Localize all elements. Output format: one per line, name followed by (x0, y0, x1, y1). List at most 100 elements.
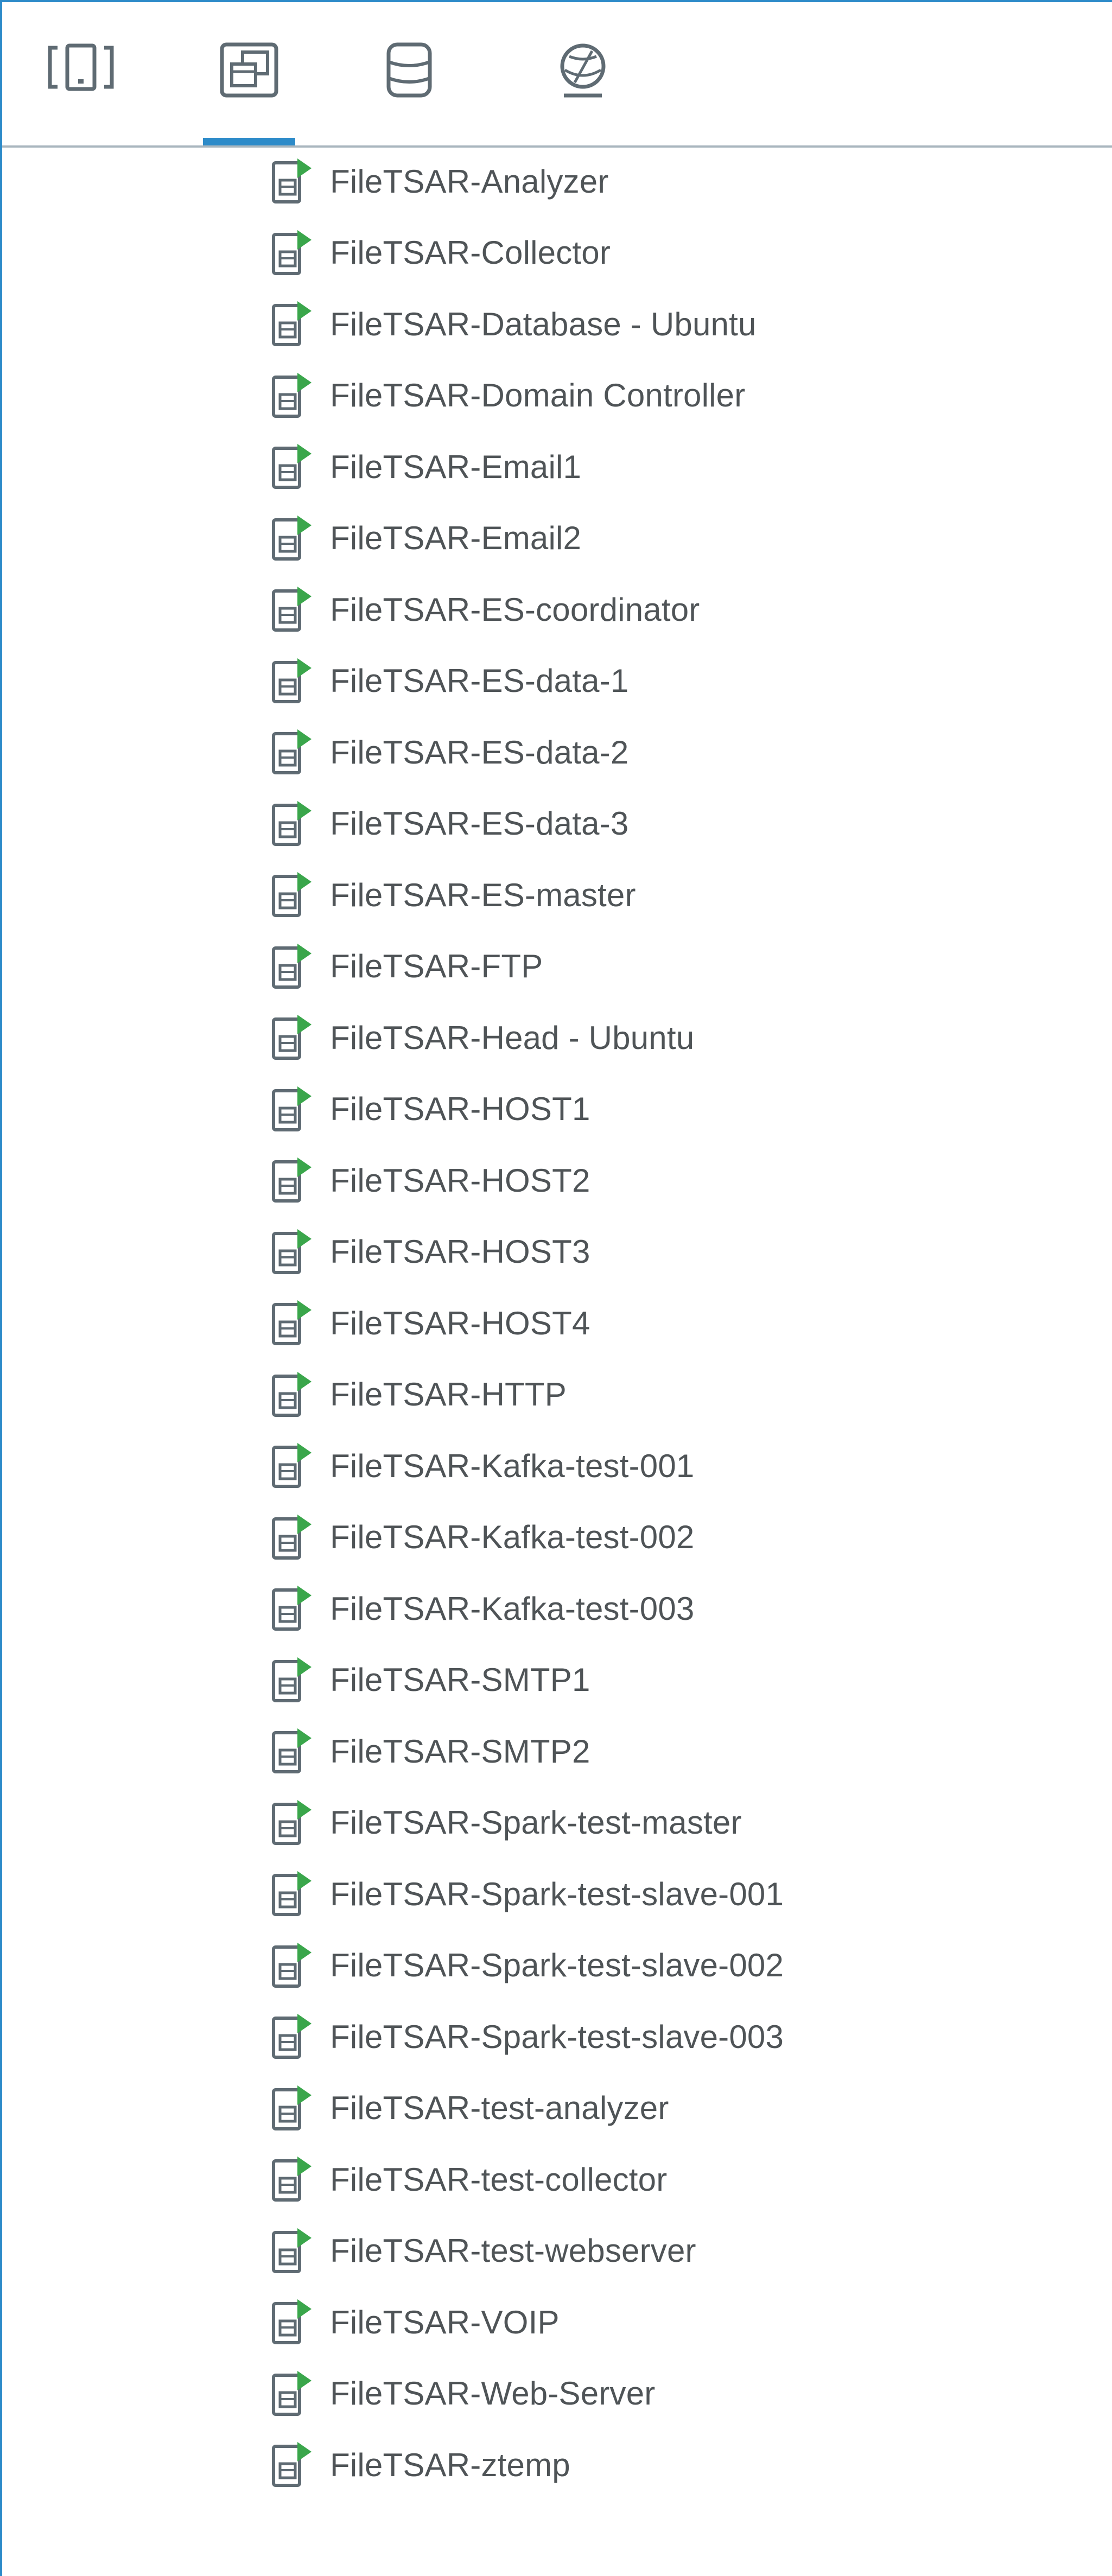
vm-tree-item[interactable]: FileTSAR-FTP (268, 937, 543, 996)
vm-powered-on-icon (268, 584, 318, 634)
tab-vms-templates[interactable] (206, 40, 293, 122)
vm-powered-on-icon (268, 2012, 318, 2062)
vm-powered-on-icon (268, 1798, 318, 1848)
tab-networking[interactable] (539, 40, 626, 122)
vm-label: FileTSAR-HOST4 (330, 1305, 590, 1341)
navigator-panel: FileTSAR-Analyzer FileTSAR-Collector FileT… (0, 0, 1112, 2576)
vm-tree-item[interactable]: FileTSAR-Kafka-test-003 (268, 1579, 695, 1638)
vm-powered-on-icon (268, 2083, 318, 2133)
vm-tree-item[interactable]: FileTSAR-Spark-test-slave-003 (268, 2007, 784, 2066)
vm-label: FileTSAR-ES-data-2 (330, 734, 629, 771)
vm-label: FileTSAR-VOIP (330, 2304, 560, 2340)
vm-label: FileTSAR-Collector (330, 234, 611, 271)
vm-label: FileTSAR-Spark-test-slave-002 (330, 1947, 784, 1983)
vm-label: FileTSAR-Domain Controller (330, 377, 746, 414)
vm-label: FileTSAR-ES-data-1 (330, 663, 629, 699)
vm-tree-item[interactable]: FileTSAR-HTTP (268, 1365, 567, 1424)
vm-powered-on-icon (268, 1227, 318, 1277)
vm-powered-on-icon (268, 1869, 318, 1919)
vm-tree-item[interactable]: FileTSAR-Database - Ubuntu (268, 294, 757, 354)
vm-tree-item[interactable]: FileTSAR-Web-Server (268, 2364, 655, 2424)
vm-powered-on-icon (268, 371, 318, 421)
vm-tree-item[interactable]: FileTSAR-ztemp (268, 2435, 570, 2495)
hosts-clusters-icon (46, 40, 116, 94)
vm-tree-item[interactable]: FileTSAR-HOST2 (268, 1150, 590, 1210)
tab-storage[interactable] (366, 40, 453, 122)
vm-tree-item[interactable]: FileTSAR-ES-data-3 (268, 794, 628, 854)
tab-hosts-clusters[interactable] (37, 40, 124, 122)
vm-tree-item[interactable]: FileTSAR-SMTP1 (268, 1650, 590, 1710)
vm-powered-on-icon (268, 513, 318, 563)
vm-label: FileTSAR-ES-master (330, 876, 636, 913)
vm-powered-on-icon (268, 1512, 318, 1562)
vm-label: FileTSAR-FTP (330, 948, 543, 984)
storage-icon (382, 40, 436, 100)
vm-powered-on-icon (268, 942, 318, 991)
vm-powered-on-icon (268, 1298, 318, 1348)
vm-tree-item[interactable]: FileTSAR-SMTP2 (268, 1721, 590, 1781)
vm-tree-item[interactable]: FileTSAR-ES-data-1 (268, 651, 628, 711)
vm-powered-on-icon (268, 1013, 318, 1063)
vm-tree-item[interactable]: FileTSAR-Analyzer (268, 151, 609, 211)
vm-tree-item[interactable]: FileTSAR-Spark-test-slave-002 (268, 1936, 784, 1995)
vm-label: FileTSAR-Kafka-test-002 (330, 1519, 695, 1555)
vm-tree-item[interactable]: FileTSAR-Collector (268, 223, 611, 283)
vm-tree-item[interactable]: FileTSAR-test-webserver (268, 2221, 696, 2281)
vm-tree-item[interactable]: FileTSAR-Domain Controller (268, 366, 745, 425)
vm-label: FileTSAR-Analyzer (330, 163, 609, 200)
vm-tree-item[interactable]: FileTSAR-ES-data-2 (268, 722, 628, 782)
vm-label: FileTSAR-SMTP1 (330, 1662, 590, 1698)
vm-powered-on-icon (268, 1441, 318, 1491)
vm-label: FileTSAR-Kafka-test-001 (330, 1447, 695, 1484)
vm-label: FileTSAR-test-analyzer (330, 2090, 669, 2126)
vm-tree-item[interactable]: FileTSAR-Email1 (268, 437, 581, 497)
vms-templates-icon (217, 40, 282, 100)
vm-label: FileTSAR-ztemp (330, 2446, 570, 2483)
vm-tree-item[interactable]: FileTSAR-VOIP (268, 2292, 560, 2352)
vm-powered-on-icon (268, 156, 318, 206)
vm-powered-on-icon (268, 299, 318, 349)
vm-tree-item[interactable]: FileTSAR-Kafka-test-001 (268, 1436, 695, 1496)
vm-tree-item[interactable]: FileTSAR-Spark-test-slave-001 (268, 1864, 784, 1924)
vm-powered-on-icon (268, 2440, 318, 2490)
vm-powered-on-icon (268, 2226, 318, 2276)
vm-label: FileTSAR-ES-coordinator (330, 591, 700, 628)
vm-tree-item[interactable]: FileTSAR-ES-master (268, 865, 636, 925)
vm-powered-on-icon (268, 1726, 318, 1776)
networking-icon (553, 40, 613, 100)
vm-label: FileTSAR-Database - Ubuntu (330, 306, 757, 342)
vm-powered-on-icon (268, 1370, 318, 1420)
vm-powered-on-icon (268, 2369, 318, 2419)
vm-powered-on-icon (268, 1084, 318, 1134)
vm-label: FileTSAR-HOST3 (330, 1233, 590, 1270)
vm-tree-item[interactable]: FileTSAR-test-analyzer (268, 2078, 669, 2138)
vm-powered-on-icon (268, 870, 318, 920)
vm-powered-on-icon (268, 1655, 318, 1705)
vm-label: FileTSAR-HTTP (330, 1376, 567, 1413)
vm-tree-item[interactable]: FileTSAR-HOST1 (268, 1079, 590, 1139)
vm-tree-item[interactable]: FileTSAR-HOST3 (268, 1222, 590, 1282)
vm-tree-item[interactable]: FileTSAR-Spark-test-master (268, 1793, 742, 1853)
vm-tree-item[interactable]: FileTSAR-HOST4 (268, 1293, 590, 1353)
vm-tree-item[interactable]: FileTSAR-Kafka-test-002 (268, 1508, 695, 1567)
vm-label: FileTSAR-test-webserver (330, 2232, 696, 2269)
vm-powered-on-icon (268, 2154, 318, 2204)
vm-tree-item[interactable]: FileTSAR-Email2 (268, 508, 581, 568)
vm-powered-on-icon (268, 228, 318, 278)
vm-label: FileTSAR-Spark-test-master (330, 1804, 742, 1841)
vm-powered-on-icon (268, 1155, 318, 1205)
vm-label: FileTSAR-Web-Server (330, 2375, 656, 2412)
vm-label: FileTSAR-Spark-test-slave-003 (330, 2018, 784, 2055)
vm-label: FileTSAR-Head - Ubuntu (330, 1019, 695, 1056)
vm-tree-item[interactable]: FileTSAR-ES-coordinator (268, 580, 700, 639)
vm-label: FileTSAR-HOST1 (330, 1091, 590, 1127)
vm-label: FileTSAR-HOST2 (330, 1162, 590, 1199)
active-tab-indicator (203, 138, 295, 145)
vm-powered-on-icon (268, 656, 318, 706)
vm-tree-item[interactable]: FileTSAR-Head - Ubuntu (268, 1008, 694, 1067)
navigator-tab-bar (2, 2, 1112, 148)
vm-powered-on-icon (268, 1941, 318, 1990)
vm-label: FileTSAR-Email1 (330, 448, 582, 485)
vm-tree-item[interactable]: FileTSAR-test-collector (268, 2149, 667, 2209)
vm-powered-on-icon (268, 442, 318, 492)
